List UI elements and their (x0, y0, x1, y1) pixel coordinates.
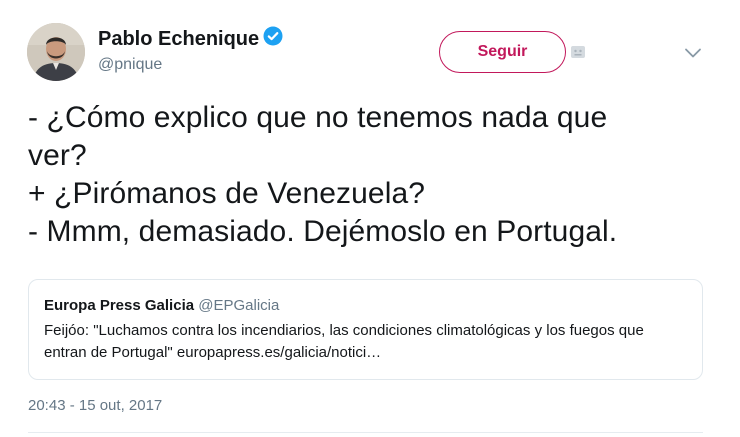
follow-emoji-icon (570, 44, 586, 60)
avatar-image (27, 23, 85, 81)
verified-badge-icon (263, 26, 283, 51)
tweet-text: - ¿Cómo explico que no tenemos nada que … (28, 101, 618, 248)
divider (28, 432, 703, 433)
quoted-author-handle: @EPGalicia (198, 297, 280, 314)
chevron-down-icon[interactable] (684, 46, 702, 58)
quoted-tweet-text: Feijóo: "Luchamos contra los incendiario… (44, 322, 644, 361)
avatar[interactable] (27, 23, 85, 81)
author-handle[interactable]: @pnique (98, 55, 283, 75)
follow-button[interactable]: Seguir (439, 31, 566, 73)
quoted-author-name: Europa Press Galicia (44, 297, 195, 314)
tweet-timestamp[interactable]: 20:43 - 15 out, 2017 (28, 397, 162, 414)
author-name[interactable]: Pablo Echenique (98, 27, 259, 51)
author-block: Pablo Echenique @pnique (98, 26, 283, 75)
quoted-tweet-card[interactable]: Europa Press Galicia @EPGalicia Feijóo: … (28, 279, 703, 380)
